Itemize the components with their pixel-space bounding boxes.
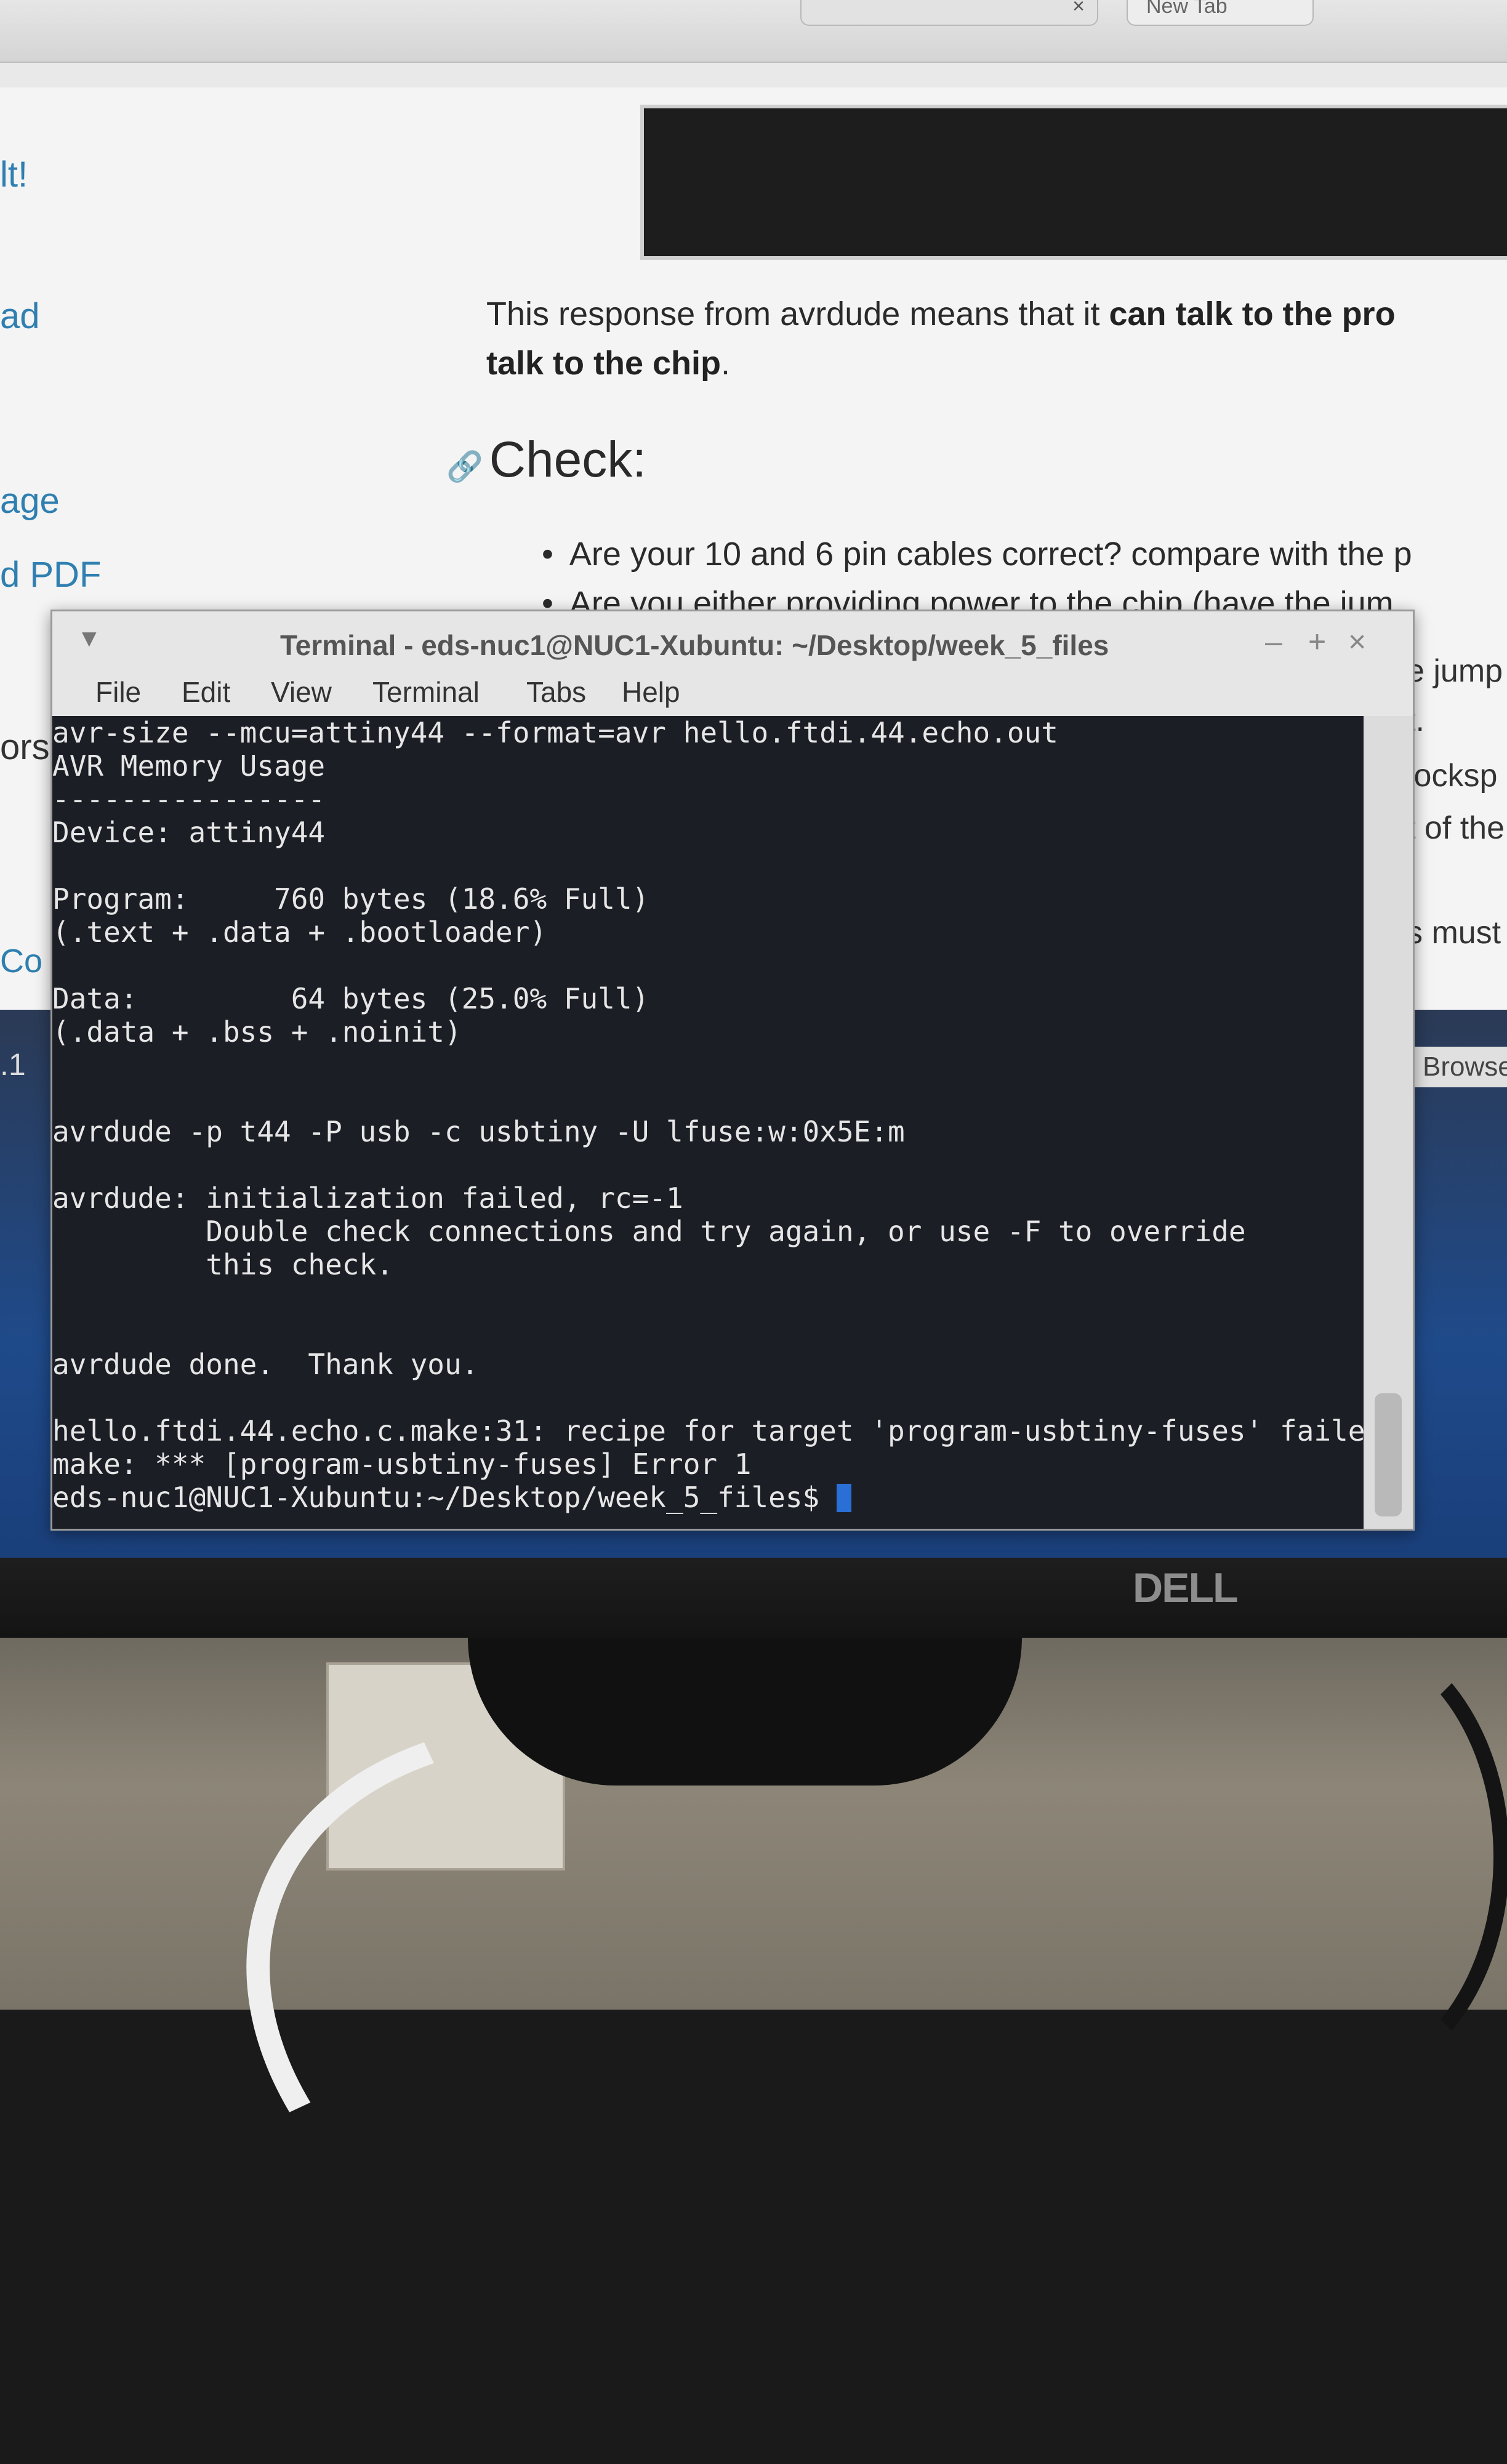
section-heading: 🔗 Check:: [446, 431, 646, 489]
terminal-line: this check.: [52, 1248, 393, 1281]
new-tab[interactable]: New Tab: [1127, 0, 1314, 26]
paragraph-text: This response from avrdude means that it: [486, 296, 1109, 332]
tab-label: New Tab: [1146, 0, 1228, 18]
heading-text: Check:: [489, 432, 646, 488]
shell-prompt: eds-nuc1@NUC1-Xubuntu:~/Desktop/week_5_f…: [52, 1481, 837, 1514]
monitor-screen: × New Tab lt! ad age d PDF ors This resp…: [0, 0, 1507, 1558]
terminal-line: avr-size --mcu=attiny44 --format=avr hel…: [52, 716, 1058, 749]
menu-edit[interactable]: Edit: [182, 675, 230, 709]
terminal-line: AVR Memory Usage: [52, 749, 326, 783]
terminal-line: Program: 760 bytes (18.6% Full): [52, 882, 649, 916]
dell-logo: DELL: [1133, 1564, 1239, 1611]
sidebar-link[interactable]: age: [0, 480, 60, 521]
browser-tab-strip: × New Tab: [0, 0, 1507, 63]
menu-terminal[interactable]: Terminal: [372, 675, 480, 709]
terminal-titlebar[interactable]: ▼ Terminal - eds-nuc1@NUC1-Xubuntu: ~/De…: [52, 611, 1413, 667]
sidebar-link[interactable]: ad: [0, 296, 40, 337]
text-fragment: t of the: [1407, 810, 1505, 846]
list-item: Are your 10 and 6 pin cables correct? co…: [542, 529, 1412, 579]
terminal-line: Data: 64 bytes (25.0% Full): [52, 982, 649, 1015]
terminal-line: avrdude: initialization failed, rc=-1: [52, 1182, 683, 1215]
text-fragment: e jump: [1407, 653, 1503, 689]
text-cursor: [836, 1484, 851, 1512]
banner-image: [640, 105, 1507, 260]
terminal-line: (.text + .data + .bootloader): [52, 916, 547, 949]
browse-button[interactable]: Browse: [1413, 1047, 1507, 1087]
terminal-line: ----------------: [52, 783, 326, 816]
terminal-window[interactable]: ▼ Terminal - eds-nuc1@NUC1-Xubuntu: ~/De…: [50, 610, 1415, 1531]
sidebar-link[interactable]: d PDF: [0, 554, 101, 595]
close-icon[interactable]: ×: [1072, 0, 1085, 25]
browser-toolbar: [0, 63, 1507, 87]
menu-view[interactable]: View: [271, 675, 332, 709]
close-button[interactable]: ×: [1348, 624, 1366, 659]
monitor-bezel: [0, 1558, 1507, 1638]
scrollbar-thumb[interactable]: [1375, 1393, 1402, 1516]
link-icon[interactable]: 🔗: [446, 451, 483, 483]
text-fragment: locksp: [1407, 758, 1498, 794]
terminal-line: Device: attiny44: [52, 816, 326, 849]
menu-file[interactable]: File: [95, 675, 141, 709]
maximize-button[interactable]: +: [1308, 624, 1326, 659]
black-cable: [1170, 1625, 1507, 2088]
window-title: Terminal - eds-nuc1@NUC1-Xubuntu: ~/Desk…: [280, 629, 1109, 661]
menu-tabs[interactable]: Tabs: [526, 675, 586, 709]
menu-help[interactable]: Help: [622, 675, 680, 709]
prompt-line[interactable]: eds-nuc1@NUC1-Xubuntu:~/Desktop/week_5_f…: [52, 1481, 1364, 1514]
terminal-line: (.data + .bss + .noinit): [52, 1015, 462, 1049]
terminal-line: Double check connections and try again, …: [52, 1215, 1246, 1248]
terminal-line: hello.ftdi.44.echo.c.make:31: recipe for…: [52, 1414, 1364, 1447]
sidebar-link[interactable]: ors: [0, 727, 50, 768]
sidebar-link[interactable]: Co: [0, 942, 42, 980]
paragraph: This response from avrdude means that it…: [486, 289, 1507, 388]
terminal-output[interactable]: avr-size --mcu=attiny44 --format=avr hel…: [52, 716, 1364, 1529]
terminal-line: avrdude done. Thank you.: [52, 1348, 479, 1381]
sidebar-link[interactable]: lt!: [0, 154, 28, 195]
paragraph-bold: talk to the chip: [486, 345, 721, 382]
sidebar-text: .1: [0, 1047, 26, 1082]
terminal-text: avr-size --mcu=attiny44 --format=avr hel…: [52, 716, 1364, 1514]
terminal-scrollbar[interactable]: [1364, 716, 1413, 1529]
paragraph-bold: can talk to the pro: [1109, 296, 1396, 332]
chevron-down-icon[interactable]: ▼: [77, 625, 102, 653]
minimize-button[interactable]: –: [1265, 624, 1282, 659]
terminal-menubar: File Edit View Terminal Tabs Help: [52, 667, 1413, 716]
terminal-line: make: *** [program-usbtiny-fuses] Error …: [52, 1447, 752, 1481]
terminal-line: avrdude -p t44 -P usb -c usbtiny -U lfus…: [52, 1115, 905, 1148]
browser-tab[interactable]: ×: [800, 0, 1098, 26]
paragraph-text: .: [721, 345, 731, 382]
text-fragment: s must: [1407, 915, 1501, 951]
